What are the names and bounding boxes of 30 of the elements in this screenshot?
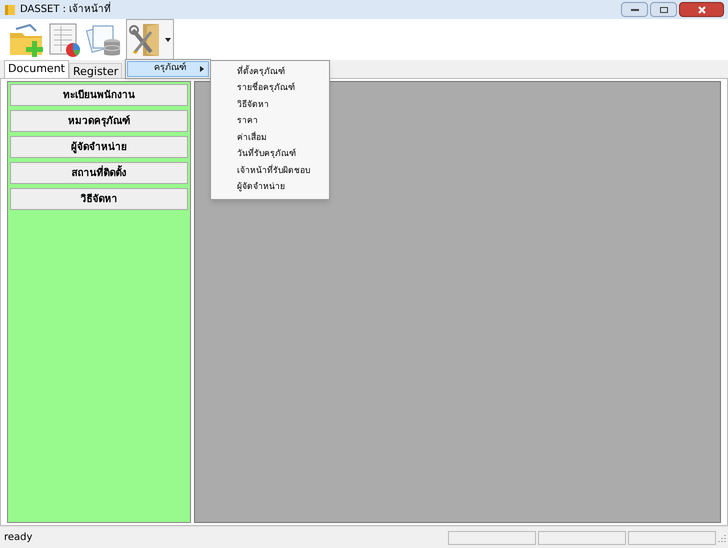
submenu-item[interactable]: วันที่รับครุภัณฑ์ <box>211 146 329 163</box>
status-text: ready <box>4 531 34 545</box>
side-button[interactable]: ผู้จัดจำหน่าย <box>10 136 188 158</box>
side-button[interactable]: ทะเบียนพนักงาน <box>10 84 188 106</box>
submenu-item[interactable]: ผู้จัดจำหน่าย <box>211 180 329 196</box>
submenu-item[interactable]: เจ้าหน้าที่รับผิดชอบ <box>211 163 329 180</box>
close-button[interactable] <box>679 2 724 17</box>
submenu-item[interactable]: ราคา <box>211 114 329 130</box>
menu-item[interactable]: ครุภัณฑ์ <box>127 61 209 77</box>
submenu-item[interactable]: วิธีจัดหา <box>211 97 329 114</box>
minimize-button[interactable] <box>621 2 648 17</box>
folder-plus-icon[interactable] <box>8 22 44 56</box>
tools-dropdown-button[interactable] <box>126 19 174 60</box>
side-button[interactable]: สถานที่ติดตั้ง <box>10 162 188 184</box>
close-icon <box>698 6 706 14</box>
caret-icon <box>165 38 171 42</box>
menu-label: ครุภัณฑ์ <box>154 62 187 76</box>
side-button[interactable]: หมวดครุภัณฑ์ <box>10 110 188 132</box>
app-icon <box>4 4 16 16</box>
side-button[interactable]: วิธีจัดหา <box>10 188 188 210</box>
tab[interactable]: Register <box>69 63 122 78</box>
tab[interactable]: Document <box>4 60 69 78</box>
window-title: DASSET : เจ้าหน้าที่ <box>20 2 112 17</box>
resize-grip-icon <box>718 534 726 542</box>
submenu-arrow-icon <box>200 66 204 72</box>
submenu-item[interactable]: ค่าเสื่อม <box>211 130 329 146</box>
submenu-item[interactable]: ที่ตั้งครุภัณฑ์ <box>211 64 329 80</box>
maximize-button[interactable] <box>650 2 677 17</box>
spreadsheet-chart-icon[interactable] <box>48 22 82 58</box>
submenu-item[interactable]: รายชื่อครุภัณฑ์ <box>211 80 329 97</box>
